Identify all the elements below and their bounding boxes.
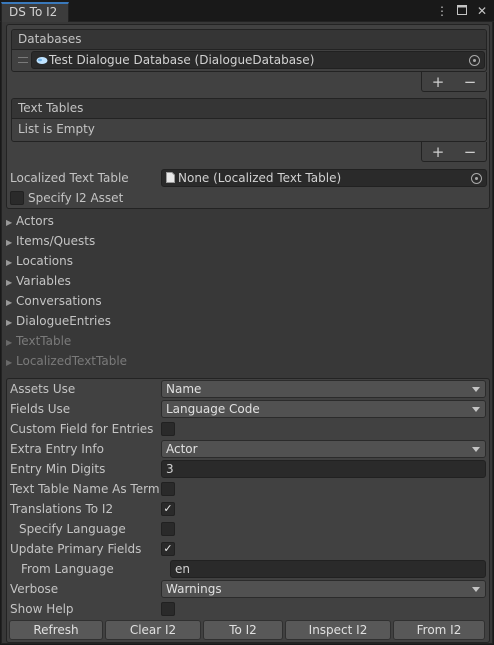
foldout-arrow-icon: ▶ <box>6 298 13 307</box>
entry-min-digits-label: Entry Min Digits <box>10 462 106 476</box>
translations-to-i2-label: Translations To I2 <box>10 502 114 516</box>
maximize-icon[interactable] <box>456 4 468 18</box>
databases-list-item: Test Dialogue Database (DialogueDatabase… <box>12 50 486 71</box>
foldout-arrow-icon: ▶ <box>6 218 13 227</box>
foldout-arrow-icon: ▶ <box>6 258 13 267</box>
foldout-label: LocalizedTextTable <box>16 354 128 368</box>
foldout-actors[interactable]: ▶ Actors <box>6 214 54 228</box>
foldout-items-quests[interactable]: ▶ Items/Quests <box>6 234 95 248</box>
foldout-arrow-icon: ▶ <box>6 338 13 347</box>
database-object-field[interactable]: Test Dialogue Database (DialogueDatabase… <box>31 51 485 69</box>
foldout-arrow-icon: ▶ <box>6 358 13 367</box>
foldout-arrow-icon: ▶ <box>6 318 13 327</box>
add-text-table-button[interactable]: + <box>432 143 445 161</box>
tab-ds-to-i2[interactable]: DS To I2 <box>1 2 69 22</box>
kebab-menu-icon[interactable]: ⋮ <box>436 4 448 18</box>
database-value: Test Dialogue Database (DialogueDatabase… <box>49 53 315 67</box>
chevron-down-icon <box>472 387 480 392</box>
specify-language-label: Specify Language <box>19 522 126 536</box>
fields-use-label: Fields Use <box>10 402 71 416</box>
update-primary-fields-label: Update Primary Fields <box>10 542 142 556</box>
foldout-variables[interactable]: ▶ Variables <box>6 274 71 288</box>
remove-database-button[interactable]: − <box>464 73 477 91</box>
window-controls: ⋮ ✕ <box>436 4 488 18</box>
databases-list: Databases Test Dialogue Database (Dialog… <box>11 29 487 72</box>
object-picker-icon[interactable] <box>469 55 480 66</box>
clear-i2-button[interactable]: Clear I2 <box>105 620 201 640</box>
close-icon[interactable]: ✕ <box>476 4 488 18</box>
specify-i2-asset-label: Specify I2 Asset <box>28 191 124 205</box>
text-tables-empty: List is Empty <box>18 122 95 136</box>
specify-i2-asset-checkbox[interactable] <box>10 191 24 205</box>
from-language-field[interactable]: en <box>170 560 486 578</box>
update-primary-fields-checkbox[interactable]: ✓ <box>161 542 175 556</box>
foldout-label: Conversations <box>16 294 102 308</box>
text-table-name-as-term-label: Text Table Name As Term <box>10 482 160 496</box>
foldout-localized-text-table: ▶ LocalizedTextTable <box>6 354 127 368</box>
databases-footer: + − <box>421 72 487 92</box>
foldout-label: Items/Quests <box>16 234 96 248</box>
extra-entry-info-label: Extra Entry Info <box>10 442 104 456</box>
verbose-label: Verbose <box>10 582 59 596</box>
translations-to-i2-checkbox[interactable]: ✓ <box>161 502 175 516</box>
assets-use-dropdown[interactable]: Name <box>161 380 486 398</box>
remove-text-table-button[interactable]: − <box>464 143 477 161</box>
foldout-label: Locations <box>16 254 74 268</box>
drag-handle-icon[interactable] <box>18 57 28 63</box>
extra-entry-info-dropdown[interactable]: Actor <box>161 440 486 458</box>
foldout-arrow-icon: ▶ <box>6 278 13 287</box>
localized-text-table-label: Localized Text Table <box>10 171 129 185</box>
chevron-down-icon <box>472 407 480 412</box>
object-picker-icon[interactable] <box>471 173 482 184</box>
extra-entry-info-value: Actor <box>166 442 198 456</box>
foldout-conversations[interactable]: ▶ Conversations <box>6 294 102 308</box>
foldout-text-table: ▶ TextTable <box>6 334 71 348</box>
foldout-label: DialogueEntries <box>16 314 112 328</box>
to-i2-button[interactable]: To I2 <box>203 620 283 640</box>
checkmark-icon: ✓ <box>163 542 173 555</box>
localized-text-table-value: None (Localized Text Table) <box>178 171 342 185</box>
fields-use-dropdown[interactable]: Language Code <box>161 400 486 418</box>
text-tables-footer: + − <box>421 142 487 162</box>
custom-field-checkbox[interactable] <box>161 422 175 436</box>
foldout-locations[interactable]: ▶ Locations <box>6 254 73 268</box>
from-language-label: From Language <box>21 562 114 576</box>
text-tables-list: Text Tables List is Empty <box>11 98 487 142</box>
editor-tab-bar: DS To I2 ⋮ ✕ <box>0 0 494 22</box>
dialogue-database-icon <box>36 54 48 68</box>
custom-field-label: Custom Field for Entries <box>10 422 154 436</box>
verbose-dropdown[interactable]: Warnings <box>161 580 486 598</box>
assets-use-label: Assets Use <box>10 382 76 396</box>
text-table-name-as-term-checkbox[interactable] <box>161 482 175 496</box>
checkmark-icon: ✓ <box>163 502 173 515</box>
specify-language-checkbox[interactable] <box>161 522 175 536</box>
chevron-down-icon <box>472 447 480 452</box>
refresh-button[interactable]: Refresh <box>9 620 103 640</box>
entry-min-digits-field[interactable]: 3 <box>161 460 486 478</box>
databases-header: Databases <box>12 30 486 50</box>
show-help-checkbox[interactable] <box>161 602 175 616</box>
inspect-i2-button[interactable]: Inspect I2 <box>285 620 391 640</box>
text-tables-header: Text Tables <box>12 99 486 119</box>
main-panel: Databases Test Dialogue Database (Dialog… <box>1 22 493 644</box>
document-icon <box>166 171 175 186</box>
sources-group: Databases Test Dialogue Database (Dialog… <box>6 24 490 209</box>
foldout-label: Variables <box>16 274 71 288</box>
fields-use-value: Language Code <box>166 402 260 416</box>
chevron-down-icon <box>472 587 480 592</box>
foldout-dialogue-entries[interactable]: ▶ DialogueEntries <box>6 314 111 328</box>
verbose-value: Warnings <box>166 582 222 596</box>
from-i2-button[interactable]: From I2 <box>393 620 485 640</box>
localized-text-table-field[interactable]: None (Localized Text Table) <box>161 169 487 187</box>
add-database-button[interactable]: + <box>432 73 445 91</box>
foldout-arrow-icon: ▶ <box>6 238 13 247</box>
foldout-label: TextTable <box>16 334 72 348</box>
foldout-label: Actors <box>16 214 54 228</box>
assets-use-value: Name <box>166 382 202 396</box>
show-help-label: Show Help <box>10 602 74 616</box>
